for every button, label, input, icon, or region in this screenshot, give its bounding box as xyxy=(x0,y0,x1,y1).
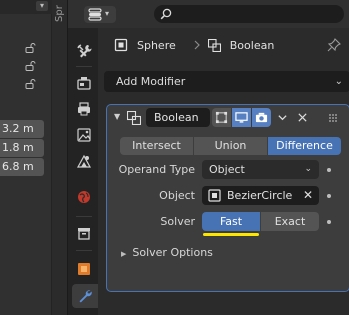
scene-icon xyxy=(76,154,92,168)
expand-triangle-icon: ▶ xyxy=(121,250,127,258)
object-label: Object xyxy=(159,189,195,202)
object-data-icon xyxy=(208,189,221,202)
world-icon xyxy=(78,191,90,203)
sidebar-tab-strip: Spr xyxy=(52,0,68,315)
boolean-modifier-panel: ▼ Boolean Intersect Union Difference Ope… xyxy=(106,104,349,292)
wrench-icon xyxy=(79,290,92,303)
solver-label: Solver xyxy=(160,215,195,228)
sidebar-tab-label[interactable]: Spr xyxy=(54,2,65,22)
image-icon xyxy=(77,128,91,142)
render-tab[interactable] xyxy=(75,74,93,92)
chevron-down-icon: ⌄ xyxy=(304,164,312,174)
world-tab[interactable] xyxy=(75,188,93,206)
edit-mode-icon xyxy=(215,111,228,124)
modifier-menu-button[interactable] xyxy=(273,108,292,127)
boolean-modifier-icon xyxy=(207,38,221,52)
solver-exact[interactable]: Exact xyxy=(261,212,319,231)
lock-icon[interactable] xyxy=(24,60,36,72)
object-square-icon xyxy=(78,263,90,275)
properties-tabs xyxy=(68,28,98,315)
breadcrumb: Sphere Boolean xyxy=(98,28,349,62)
operand-type-label: Operand Type xyxy=(118,163,195,176)
object-tab[interactable] xyxy=(75,260,93,278)
modifier-header: ▼ Boolean xyxy=(107,105,349,131)
object-field[interactable]: BezierCircle ✕ xyxy=(202,186,319,205)
chevron-down-icon: ▾ xyxy=(105,9,110,18)
output-tab[interactable] xyxy=(75,100,93,118)
chevron-down-icon[interactable]: ▾ xyxy=(36,1,48,11)
add-modifier-dropdown[interactable]: Add Modifier ⌄ xyxy=(104,71,349,92)
properties-content: Sphere Boolean Add Modifier ⌄ ▼ Boolean … xyxy=(98,28,349,315)
tool-tab[interactable] xyxy=(75,42,93,60)
chevron-right-icon xyxy=(190,38,204,52)
outliner-panel: ▾ 3.2 m 1.8 m 6.8 m xyxy=(0,0,52,315)
drag-handle[interactable] xyxy=(323,108,342,127)
drag-grip-icon xyxy=(328,113,337,122)
properties-editor: ▾ Sphere Boolean Add Modifier ⌄ ▼ Boolea… xyxy=(68,0,349,315)
solver-options-subpanel[interactable]: ▶ Solver Options xyxy=(121,244,213,262)
camera-icon xyxy=(255,112,268,123)
divider xyxy=(76,66,92,67)
lock-icon[interactable] xyxy=(24,78,36,90)
printer-icon xyxy=(78,102,90,116)
search-icon xyxy=(160,8,172,20)
properties-header: ▾ xyxy=(68,0,349,28)
modifier-tab[interactable] xyxy=(72,284,98,308)
add-modifier-label: Add Modifier xyxy=(116,75,186,88)
operation-difference[interactable]: Difference xyxy=(268,137,341,155)
modifier-name-field[interactable]: Boolean xyxy=(146,108,210,127)
lock-icon[interactable] xyxy=(24,42,36,54)
view-layer-tab[interactable] xyxy=(75,126,93,144)
solver-selector: Fast Exact xyxy=(202,212,319,231)
camera-back-icon xyxy=(77,77,91,90)
object-icon xyxy=(114,38,128,52)
solver-fast[interactable]: Fast xyxy=(202,212,260,231)
render-toggle[interactable] xyxy=(252,108,271,127)
remove-modifier-button[interactable] xyxy=(293,108,312,127)
divider xyxy=(76,250,92,251)
dimension-z-field[interactable]: 6.8 m xyxy=(0,158,44,176)
solver-options-label: Solver Options xyxy=(132,246,213,259)
viewport-display-toggle[interactable] xyxy=(232,108,251,127)
outliner-header: ▾ xyxy=(0,0,52,14)
search-input[interactable] xyxy=(154,5,344,23)
object-value: BezierCircle xyxy=(227,189,293,202)
scene-tab[interactable] xyxy=(75,152,93,170)
monitor-icon xyxy=(235,112,248,123)
divider xyxy=(76,216,92,217)
breadcrumb-modifier: Boolean xyxy=(229,38,275,52)
chevron-down-icon xyxy=(278,115,287,121)
wrench-screwdriver-icon xyxy=(77,44,92,58)
breadcrumb-object: Sphere xyxy=(137,38,176,52)
highlight-underline xyxy=(203,233,259,236)
operand-type-value: Object xyxy=(209,163,245,176)
properties-editor-icon xyxy=(88,8,102,21)
keyframe-dot-icon[interactable] xyxy=(327,194,331,198)
dimension-x-field[interactable]: 3.2 m xyxy=(0,120,44,138)
pin-icon[interactable] xyxy=(327,38,341,52)
close-icon xyxy=(298,113,307,122)
dimension-y-field[interactable]: 1.8 m xyxy=(0,139,44,157)
editor-type-button[interactable]: ▾ xyxy=(84,6,116,23)
collection-box-icon xyxy=(78,228,90,240)
keyframe-dot-icon[interactable] xyxy=(327,168,331,172)
operation-union[interactable]: Union xyxy=(194,137,267,155)
operation-intersect[interactable]: Intersect xyxy=(120,137,193,155)
clear-icon[interactable]: ✕ xyxy=(303,186,313,205)
collapse-triangle-icon[interactable]: ▼ xyxy=(114,112,120,121)
keyframe-dot-icon[interactable] xyxy=(327,220,331,224)
operand-type-dropdown[interactable]: Object ⌄ xyxy=(202,160,319,179)
chevron-down-icon: ⌄ xyxy=(334,76,343,87)
collection-tab[interactable] xyxy=(75,224,93,242)
edit-mode-toggle[interactable] xyxy=(212,108,231,127)
boolean-modifier-icon xyxy=(126,110,142,126)
operation-selector: Intersect Union Difference xyxy=(120,137,341,155)
